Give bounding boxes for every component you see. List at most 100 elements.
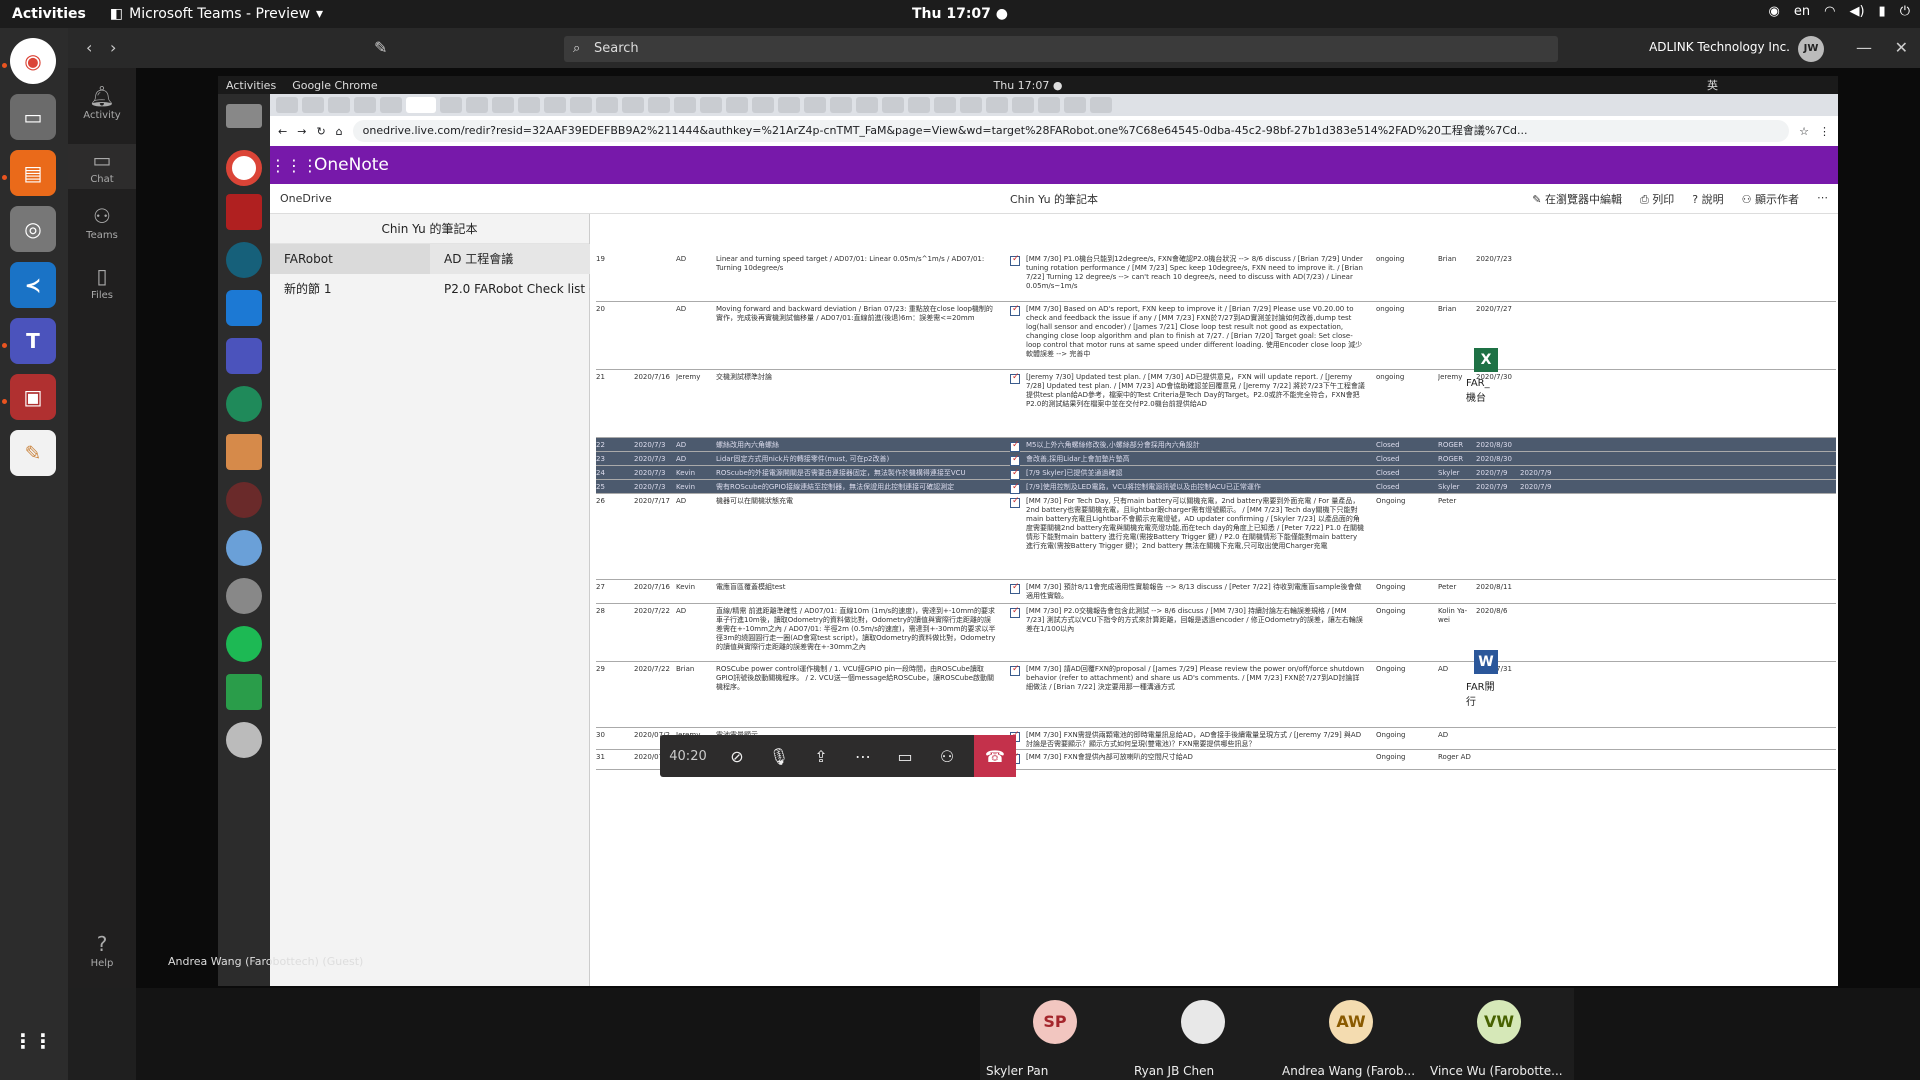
tab (1064, 97, 1086, 113)
call-controls: 40:20 ⊘ 🎙︎ ⇪ ⋯ ▭ ⚇ ☎︎ (660, 735, 1016, 777)
table-cell: [7/9 Skyler]已提供並通過確認 (1026, 469, 1123, 477)
word-attachment-icon: W (1474, 650, 1498, 674)
search-input[interactable]: ⌕ Search (564, 36, 1558, 62)
close-icon[interactable]: ✕ (1895, 38, 1908, 57)
chrome-icon (226, 150, 262, 186)
screen-recorder-icon[interactable]: ▣ (10, 374, 56, 420)
table-cell: 螺絲改用內六角螺絲 (716, 441, 779, 449)
teams-dock-icon[interactable]: T (10, 318, 56, 364)
presentation-icon[interactable]: ▤ (10, 150, 56, 196)
rail-label: Activity (83, 110, 121, 121)
table-cell: 2020/7/23 (1476, 255, 1512, 263)
star-icon: ☆ (1799, 124, 1809, 138)
onenote-title: OneNote (314, 155, 389, 175)
participants-icon[interactable]: ⚇ (926, 735, 968, 777)
file-icon: ▯ (96, 264, 108, 288)
tab (1012, 97, 1034, 113)
battery-icon: ▮ (1878, 4, 1886, 19)
rail-teams[interactable]: ⚇ Teams (68, 204, 136, 241)
table-cell: ROGER (1438, 455, 1464, 463)
teams-header: ‹ › ✎ ⌕ Search ADLINK Technology Inc. JW … (68, 28, 1920, 68)
excel-attachment-label: FAR_ 機台 (1466, 378, 1490, 404)
running-indicator (2, 63, 7, 68)
table-cell: [MM 7/30] FXN需提供兩顆電池的即時電量訊息給AD，AD會接手後續電量… (1026, 731, 1362, 748)
table-cell (1520, 255, 1560, 301)
rail-files[interactable]: ▯ Files (68, 264, 136, 301)
edit-in-browser: ✎ 在瀏覽器中編輯 (1532, 192, 1622, 206)
checkbox-icon (1010, 305, 1020, 316)
files-icon (226, 104, 262, 128)
teams-tray-icon: ◉ (1768, 4, 1780, 19)
table-cell: [Jeremy 7/30] Updated test plan. / [MM 7… (1026, 373, 1365, 408)
participant-tile[interactable]: AW Andrea Wang (Farob... (1276, 988, 1426, 1080)
tab (440, 97, 462, 113)
compose-icon[interactable]: ✎ (374, 38, 387, 57)
activities-button[interactable]: Activities (12, 6, 86, 22)
table-cell: 2020/7/17 (634, 497, 670, 505)
show-apps-icon[interactable]: ⋮⋮ (10, 1018, 56, 1064)
text-editor-icon[interactable]: ✎ (10, 430, 56, 476)
vscode-icon[interactable]: ≺ (10, 262, 56, 308)
chat-icon[interactable]: ▭ (884, 735, 926, 777)
table-cell: AD (676, 305, 687, 313)
system-tray[interactable]: ◉ en ◠ ◀) ▮ ⏻ (1769, 4, 1910, 19)
share-screen-icon[interactable]: ⇪ (800, 735, 842, 777)
running-indicator (2, 175, 7, 180)
language-indicator[interactable]: en (1794, 4, 1810, 19)
forward-icon[interactable]: › (110, 38, 116, 57)
checkbox-icon (1010, 607, 1020, 618)
table-cell: Kevin (676, 583, 696, 591)
more-actions-icon[interactable]: ⋯ (842, 735, 884, 777)
participant-tile[interactable]: VW Vince Wu (Farobotte... (1424, 988, 1574, 1080)
tab (752, 97, 774, 113)
app-icon (226, 722, 262, 758)
app-icon (226, 434, 262, 470)
help-button: ? 說明 (1692, 192, 1724, 206)
table-row: 24 2020/7/3 Kevin ROScube的外接電源開關是否需要由連接器固定，… (596, 466, 1836, 480)
rail-chat[interactable]: ▭ Chat (68, 144, 136, 189)
table-cell: 電應盲區覆蓋模組test (716, 583, 786, 591)
avatar[interactable]: JW (1798, 36, 1824, 62)
notebook-name: Chin Yu 的筆記本 (270, 214, 589, 244)
hang-up-button[interactable]: ☎︎ (974, 735, 1016, 777)
table-cell: 會改善,採用Lidar上會加墊片墊高 (1026, 455, 1130, 463)
microphone-icon[interactable]: 🎙︎ (758, 735, 800, 777)
table-cell: Peter (1438, 583, 1457, 591)
tab (544, 97, 566, 113)
camera-off-icon[interactable]: ⊘ (716, 735, 758, 777)
table-cell: 2020/7/3 (634, 455, 666, 463)
tab (354, 97, 376, 113)
tab (908, 97, 930, 113)
table-cell (1520, 753, 1560, 769)
chrome-icon[interactable]: ◉ (10, 38, 56, 84)
table-cell: ongoing (1376, 255, 1405, 263)
call-timer: 40:20 (669, 748, 707, 764)
checkbox-icon (1010, 469, 1020, 480)
files-icon[interactable]: ▭ (10, 94, 56, 140)
table-cell: 2020/7/3 (634, 441, 666, 449)
rail-help[interactable]: ? Help (68, 932, 136, 969)
app-icon (226, 530, 262, 566)
bell-icon: 🔔︎ (89, 84, 115, 108)
tab (1090, 97, 1112, 113)
participant-tile[interactable]: SP Skyler Pan (980, 988, 1130, 1080)
more-icon: ⋯ (1817, 190, 1828, 204)
table-row: 20 AD Moving forward and backward deviatio… (596, 302, 1836, 370)
table-cell (1476, 731, 1516, 749)
minimize-icon[interactable]: — (1856, 38, 1872, 57)
org-switcher[interactable]: ADLINK Technology Inc. (1649, 40, 1790, 54)
tab (596, 97, 618, 113)
camera-icon[interactable]: ◎ (10, 206, 56, 252)
participant-tile[interactable]: Ryan JB Chen (1128, 988, 1278, 1080)
table-cell: Closed (1376, 441, 1400, 449)
back-icon[interactable]: ‹ (86, 38, 92, 57)
spreadsheet-icon (226, 674, 262, 710)
table-cell: 22 (596, 441, 605, 449)
app-menu[interactable]: ◧ Microsoft Teams - Preview ▾ (110, 6, 323, 22)
participants-strip: SP Skyler Pan Ryan JB Chen AW Andrea Wang … (136, 988, 1920, 1080)
checkbox-icon (1010, 455, 1020, 466)
rail-activity[interactable]: 🔔︎ Activity (68, 84, 136, 121)
table-cell (1520, 497, 1560, 579)
print-label: 列印 (1652, 192, 1675, 206)
url-field: onedrive.live.com/redir?resid=32AAF39EDE… (352, 120, 1790, 142)
